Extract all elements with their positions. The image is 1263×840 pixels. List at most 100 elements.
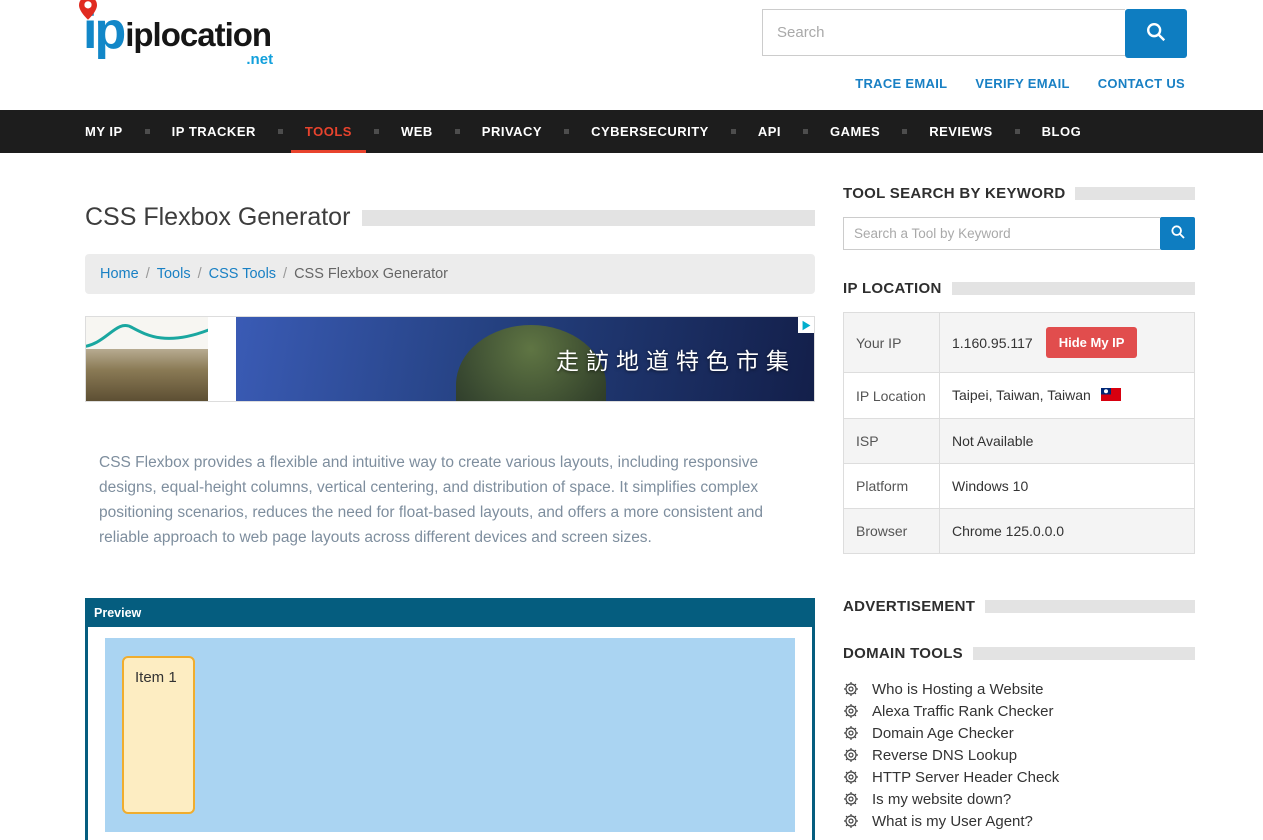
domain-tool-link[interactable]: Domain Age Checker (872, 725, 1014, 742)
adchoices-icon[interactable] (798, 317, 814, 333)
domain-tool-link[interactable]: Is my website down? (872, 791, 1011, 808)
ip-location-heading: IP LOCATION (843, 280, 942, 297)
ad-banner[interactable]: 走訪地道特色市集 (85, 316, 815, 402)
row-label: ISP (844, 419, 940, 464)
ad-right-image: 走訪地道特色市集 (236, 317, 814, 401)
table-row: ISP Not Available (844, 419, 1195, 464)
nav-separator (374, 129, 379, 134)
ad-left-image (86, 317, 208, 401)
gear-icon (843, 725, 859, 741)
page: ip iplocation .net TRACE EMAIL VERIFY EM… (0, 0, 1263, 840)
nav-item-ip-tracker[interactable]: IP TRACKER (158, 110, 270, 153)
gear-icon (843, 703, 859, 719)
nav-item-reviews[interactable]: REVIEWS (915, 110, 1006, 153)
domain-tool-link[interactable]: What is my User Agent? (872, 813, 1033, 830)
domain-tool-link[interactable]: Alexa Traffic Rank Checker (872, 703, 1053, 720)
nav-separator (803, 129, 808, 134)
nav-item-cybersecurity[interactable]: CYBERSECURITY (577, 110, 723, 153)
nav-separator (564, 129, 569, 134)
logo-text: iplocation .net (125, 18, 271, 55)
content: CSS Flexbox Generator Home / Tools / CSS Too… (0, 153, 1263, 840)
list-item: Who is Hosting a Website (843, 678, 1195, 700)
domain-tools-heading: DOMAIN TOOLS (843, 645, 963, 662)
advertisement-heading: ADVERTISEMENT (843, 598, 975, 615)
breadcrumb: Home/Tools/CSS Tools/CSS Flexbox Generat… (85, 254, 815, 294)
table-row: Your IP 1.160.95.117 Hide My IP (844, 313, 1195, 373)
tool-search-input[interactable] (843, 217, 1160, 250)
taiwan-flag-icon (1101, 388, 1121, 404)
title-decoration-bar (362, 210, 815, 226)
gear-icon (843, 769, 859, 785)
list-item: HTTP Server Header Check (843, 766, 1195, 788)
sidebar: TOOL SEARCH BY KEYWORD IP LOCATION Y (843, 153, 1195, 840)
flexbox-preview-panel: Preview Item 1 (85, 598, 815, 840)
tool-search (843, 217, 1195, 250)
row-label: Browser (844, 509, 940, 554)
heading-decoration-bar (1075, 187, 1195, 200)
breadcrumb-css-tools[interactable]: CSS Tools (209, 266, 276, 282)
nav-item-tools[interactable]: TOOLS (291, 110, 366, 153)
row-label: Your IP (844, 313, 940, 373)
nav-separator (1015, 129, 1020, 134)
nav-item-games[interactable]: GAMES (816, 110, 894, 153)
verify-email-link[interactable]: VERIFY EMAIL (975, 76, 1069, 91)
table-row: Platform Windows 10 (844, 464, 1195, 509)
heading-decoration-bar (985, 600, 1195, 613)
search-icon (1145, 21, 1167, 46)
domain-tool-link[interactable]: Who is Hosting a Website (872, 681, 1043, 698)
gear-icon (843, 681, 859, 697)
list-item: What is my User Agent? (843, 810, 1195, 832)
domain-tools-list: Who is Hosting a Website Alexa Traffic R… (843, 678, 1195, 832)
nav-separator (902, 129, 907, 134)
header-search (762, 9, 1187, 58)
breadcrumb-tools[interactable]: Tools (157, 266, 191, 282)
heading-decoration-bar (952, 282, 1195, 295)
page-title: CSS Flexbox Generator (85, 203, 350, 232)
site-logo[interactable]: ip iplocation .net (83, 8, 271, 55)
contact-us-link[interactable]: CONTACT US (1098, 76, 1185, 91)
nav-item-api[interactable]: API (744, 110, 795, 153)
gear-icon (843, 747, 859, 763)
breadcrumb-separator: / (198, 266, 202, 282)
search-input[interactable] (762, 9, 1125, 56)
hide-my-ip-button[interactable]: Hide My IP (1046, 327, 1138, 358)
breadcrumb-home[interactable]: Home (100, 266, 139, 282)
row-value: Taipei, Taiwan, Taiwan (940, 373, 1195, 419)
your-ip-value: 1.160.95.117 (952, 335, 1033, 351)
ip-location-table: Your IP 1.160.95.117 Hide My IP IP Locat… (843, 312, 1195, 554)
nav-item-privacy[interactable]: PRIVACY (468, 110, 556, 153)
table-row: Browser Chrome 125.0.0.0 (844, 509, 1195, 554)
tool-description: CSS Flexbox provides a flexible and intu… (99, 450, 805, 550)
row-label: Platform (844, 464, 940, 509)
breadcrumb-separator: / (283, 266, 287, 282)
nav-item-blog[interactable]: BLOG (1028, 110, 1096, 153)
list-item: Domain Age Checker (843, 722, 1195, 744)
header: ip iplocation .net TRACE EMAIL VERIFY EM… (0, 0, 1263, 110)
flex-container-preview: Item 1 (105, 638, 795, 832)
domain-tool-link[interactable]: HTTP Server Header Check (872, 769, 1059, 786)
trace-email-link[interactable]: TRACE EMAIL (855, 76, 947, 91)
list-item: Is my website down? (843, 788, 1195, 810)
gear-icon (843, 791, 859, 807)
nav-item-web[interactable]: WEB (387, 110, 447, 153)
ad-text: 走訪地道特色市集 (556, 342, 796, 376)
search-button[interactable] (1125, 9, 1187, 58)
flex-item-preview: Item 1 (122, 656, 195, 814)
row-label: IP Location (844, 373, 940, 419)
nav-separator (455, 129, 460, 134)
search-icon (1170, 224, 1186, 243)
main-column: CSS Flexbox Generator Home / Tools / CSS Too… (85, 153, 815, 840)
nav-item-my-ip[interactable]: MY IP (85, 110, 137, 153)
nav-separator (145, 129, 150, 134)
logo-tld: .net (246, 52, 273, 67)
main-nav: MY IP IP TRACKER TOOLS WEB PRIVACY CYBER… (0, 110, 1263, 153)
domain-tool-link[interactable]: Reverse DNS Lookup (872, 747, 1017, 764)
ad-gap (208, 317, 236, 401)
ip-location-value: Taipei, Taiwan, Taiwan (952, 387, 1091, 403)
list-item: Alexa Traffic Rank Checker (843, 700, 1195, 722)
tool-search-button[interactable] (1160, 217, 1195, 250)
location-pin-icon (79, 0, 97, 25)
breadcrumb-current: CSS Flexbox Generator (294, 266, 448, 282)
heading-decoration-bar (973, 647, 1195, 660)
tool-search-heading: TOOL SEARCH BY KEYWORD (843, 185, 1065, 202)
